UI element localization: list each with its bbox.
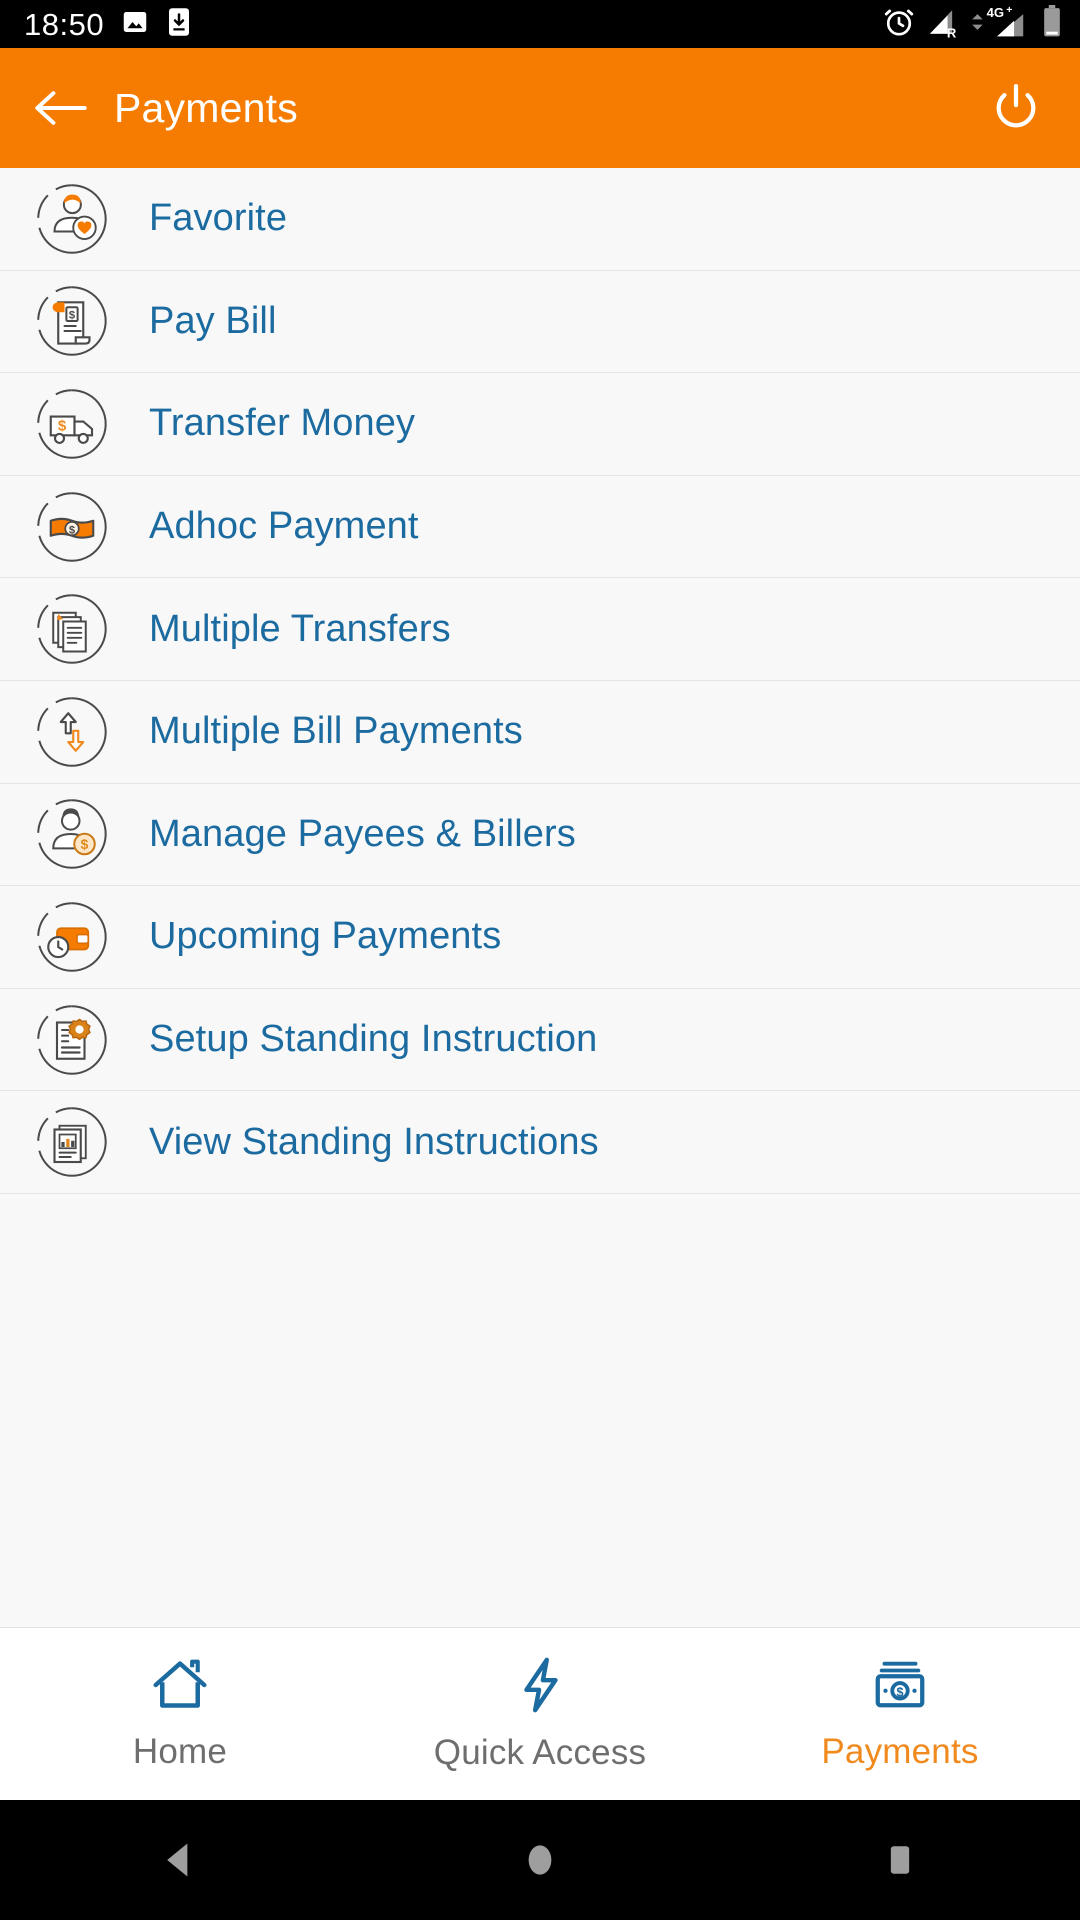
status-bar-right: R 4G +	[882, 4, 1062, 44]
bottom-navigation: Home Quick Access $ Payments	[0, 1627, 1080, 1800]
menu-item-label: Favorite	[149, 197, 288, 240]
svg-text:$: $	[58, 417, 67, 434]
menu-item-label: Adhoc Payment	[149, 505, 419, 548]
svg-text:$: $	[69, 524, 76, 536]
menu-item-label: Multiple Transfers	[149, 607, 451, 650]
power-icon	[996, 83, 1036, 128]
page-title: Payments	[114, 84, 298, 131]
nav-tab-home[interactable]: Home	[0, 1628, 360, 1800]
wallet-clock-icon	[30, 895, 114, 979]
svg-text:$: $	[81, 837, 89, 852]
nav-tab-label: Quick Access	[433, 1732, 647, 1772]
android-back-button[interactable]	[135, 1815, 225, 1905]
up-down-arrows-icon	[30, 690, 114, 774]
logout-power-button[interactable]	[984, 76, 1048, 140]
status-bar-clock: 18:50	[24, 6, 105, 42]
menu-item-adhoc-payment[interactable]: $ Adhoc Payment	[0, 475, 1080, 579]
svg-text:4G: 4G	[987, 5, 1004, 20]
signal-roaming-icon: R	[926, 5, 960, 44]
home-icon	[149, 1657, 211, 1718]
person-coin-icon: $	[30, 792, 114, 876]
svg-text:$: $	[897, 1685, 904, 1699]
payments-menu-list: Favorite $ Pay Bill $ Transfer Money $ A…	[0, 168, 1080, 1627]
app-bar: Payments	[0, 48, 1080, 168]
money-icon: $	[871, 1657, 929, 1718]
menu-item-label: Upcoming Payments	[149, 915, 502, 958]
android-recents-icon	[890, 1846, 910, 1874]
android-home-icon	[528, 1845, 552, 1875]
back-button[interactable]	[28, 76, 92, 140]
menu-item-transfer-money[interactable]: $ Transfer Money	[0, 373, 1080, 476]
menu-item-label: Pay Bill	[149, 299, 277, 342]
banknote-dollar-icon: $	[30, 485, 114, 569]
image-icon	[120, 7, 150, 42]
menu-item-multiple-transfers[interactable]: Multiple Transfers	[0, 578, 1080, 681]
menu-item-manage-payees-billers[interactable]: $ Manage Payees & Billers	[0, 783, 1080, 887]
person-heart-icon	[30, 177, 114, 261]
back-arrow-icon	[35, 91, 87, 125]
menu-item-label: Manage Payees & Billers	[149, 812, 576, 855]
svg-text:R: R	[947, 25, 957, 38]
battery-icon	[1042, 4, 1062, 44]
menu-item-label: Transfer Money	[149, 402, 416, 445]
menu-item-favorite[interactable]: Favorite	[0, 168, 1080, 271]
nav-tab-label: Payments	[821, 1731, 979, 1771]
svg-text:$: $	[69, 310, 76, 322]
bolt-icon	[516, 1656, 564, 1719]
bill-receipt-dollar-icon: $	[30, 279, 114, 363]
menu-item-label: Multiple Bill Payments	[149, 710, 523, 753]
menu-item-upcoming-payments[interactable]: Upcoming Payments	[0, 886, 1080, 989]
menu-item-label: Setup Standing Instruction	[149, 1018, 598, 1061]
document-chart-icon	[30, 1100, 114, 1184]
list-empty-space	[0, 1193, 1080, 1627]
alarm-icon	[882, 5, 916, 44]
menu-item-pay-bill[interactable]: $ Pay Bill	[0, 270, 1080, 374]
status-bar: 18:50 R 4G +	[0, 0, 1080, 48]
menu-item-view-standing-instructions[interactable]: View Standing Instructions	[0, 1091, 1080, 1194]
android-recents-button[interactable]	[855, 1815, 945, 1905]
menu-item-multiple-bill-payments[interactable]: Multiple Bill Payments	[0, 680, 1080, 784]
nav-tab-quick-access[interactable]: Quick Access	[360, 1628, 720, 1800]
nav-tab-label: Home	[132, 1731, 228, 1771]
android-back-icon	[167, 1843, 188, 1877]
stacked-documents-icon	[30, 587, 114, 671]
svg-text:+: +	[1006, 5, 1012, 16]
android-navigation-bar	[0, 1800, 1080, 1920]
nav-tab-payments[interactable]: $ Payments	[720, 1628, 1080, 1800]
4g-plus-signal-icon: 4G +	[970, 4, 1032, 44]
menu-item-label: View Standing Instructions	[149, 1120, 599, 1163]
download-to-device-icon	[166, 7, 192, 42]
status-bar-left: 18:50	[24, 7, 192, 42]
android-home-button[interactable]	[495, 1815, 585, 1905]
menu-item-setup-standing-instruction[interactable]: Setup Standing Instruction	[0, 988, 1080, 1092]
document-gear-icon	[30, 998, 114, 1082]
phone-screen: 18:50 R 4G + Payments Favorite $ Pay Bil…	[0, 0, 1080, 1920]
truck-dollar-icon: $	[30, 382, 114, 466]
